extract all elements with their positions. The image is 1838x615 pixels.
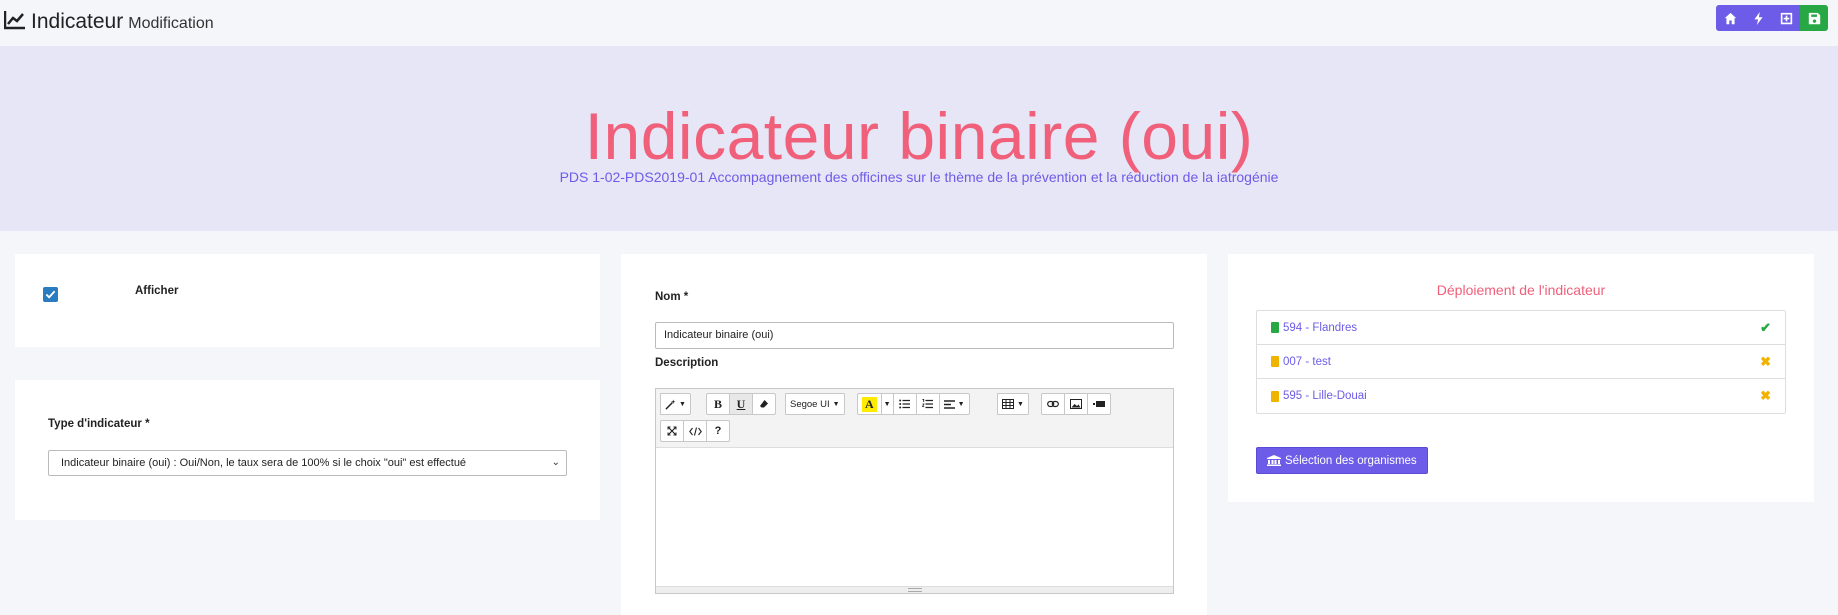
unordered-list-button[interactable] <box>892 393 917 415</box>
editor-toolbar: ▼ B U Segoe UI ▼ A ▼ ▼ ▼ ? <box>656 389 1173 448</box>
list-item[interactable]: 595 - Lille-Douai ✖ <box>1257 379 1785 413</box>
bold-button[interactable]: B <box>706 393 730 415</box>
picture-button[interactable] <box>1064 393 1088 415</box>
align-left-icon <box>943 399 955 409</box>
organism-name: 594 - Flandres <box>1283 321 1358 334</box>
select-organisms-label: Sélection des organismes <box>1285 454 1417 467</box>
check-icon <box>45 290 56 299</box>
video-button[interactable] <box>1087 393 1111 415</box>
home-button[interactable] <box>1716 5 1744 31</box>
list-item[interactable]: 594 - Flandres ✔ <box>1257 311 1785 345</box>
organism-name: 007 - test <box>1283 355 1331 368</box>
link-icon <box>1047 400 1059 408</box>
bolt-icon <box>1753 11 1763 25</box>
caret-down-icon: ▼ <box>957 400 965 408</box>
save-button[interactable] <box>1800 5 1828 31</box>
home-icon <box>1724 12 1736 24</box>
image-icon <box>1070 399 1082 409</box>
institution-icon <box>1267 455 1281 466</box>
table-icon <box>1002 399 1014 409</box>
nom-input[interactable]: Indicateur binaire (oui) <box>655 322 1174 349</box>
fullscreen-button[interactable] <box>660 420 684 442</box>
list-item[interactable]: 007 - test ✖ <box>1257 345 1785 379</box>
type-select[interactable]: Indicateur binaire (oui) : Oui/Non, le t… <box>48 450 567 476</box>
organism-name: 595 - Lille-Douai <box>1283 390 1367 402</box>
building-icon <box>1271 390 1279 402</box>
chart-line-icon <box>4 11 25 30</box>
bold-glyph: B <box>713 396 722 411</box>
style-button[interactable]: ▼ <box>660 393 691 415</box>
type-select-value: Indicateur binaire (oui) : Oui/Non, le t… <box>61 457 467 469</box>
expand-icon <box>667 426 677 436</box>
magic-wand-icon <box>665 398 676 410</box>
nom-label: Nom * <box>655 291 689 303</box>
font-name-select[interactable]: Segoe UI ▼ <box>785 393 845 415</box>
underline-button[interactable]: U <box>729 393 753 415</box>
font-name-value: Segoe UI <box>790 398 830 410</box>
highlight-button[interactable]: A <box>857 393 882 415</box>
eraser-button[interactable] <box>752 393 776 415</box>
caret-down-icon: ▼ <box>1017 400 1024 408</box>
type-label: Type d'indicateur * <box>48 418 150 430</box>
times-icon: ✖ <box>1760 354 1771 369</box>
caret-down-icon: ▼ <box>679 400 686 408</box>
deployment-card: Déploiement de l'indicateur 594 - Flandr… <box>1228 254 1814 502</box>
description-label: Description <box>655 357 719 369</box>
grip-icon <box>908 588 922 592</box>
ordered-list-button[interactable] <box>915 393 940 415</box>
form-card: Nom * Indicateur binaire (oui) Descripti… <box>621 254 1207 615</box>
editor-content-area[interactable] <box>656 448 1173 586</box>
deployment-list: 594 - Flandres ✔ 007 - test ✖ 595 - Lill… <box>1256 310 1786 414</box>
type-card: Type d'indicateur * Indicateur binaire (… <box>15 380 600 520</box>
plus-square-icon <box>1780 12 1792 24</box>
bolt-button[interactable] <box>1744 5 1772 31</box>
list-ul-icon <box>899 399 911 409</box>
caret-down-icon: ▼ <box>883 400 891 408</box>
building-icon <box>1271 356 1279 367</box>
afficher-label: Afficher <box>135 285 179 297</box>
check-icon: ✔ <box>1760 320 1771 335</box>
editor-resize-handle[interactable] <box>656 586 1173 593</box>
underline-glyph: U <box>736 396 746 411</box>
page-title: Indicateur <box>31 10 124 33</box>
top-bar: Indicateur Modification <box>0 0 1838 46</box>
chevron-down-icon: ⌄ <box>551 457 560 468</box>
header-actions <box>1716 5 1828 31</box>
code-icon <box>688 426 702 436</box>
deployment-title: Déploiement de l'indicateur <box>1436 282 1606 298</box>
afficher-checkbox[interactable] <box>43 287 58 302</box>
display-card: Afficher <box>15 254 600 347</box>
indicator-program: PDS 1-02-PDS2019-01 Accompagnement des o… <box>559 169 1279 185</box>
page-header: Indicateur Modification <box>4 8 214 34</box>
times-icon: ✖ <box>1760 388 1771 403</box>
video-icon <box>1093 401 1105 407</box>
eraser-icon <box>760 400 768 408</box>
help-button[interactable]: ? <box>706 420 730 442</box>
hero-banner: Indicateur binaire (oui) PDS 1-02-PDS201… <box>0 46 1838 231</box>
highlight-glyph: A <box>862 396 877 412</box>
building-icon <box>1271 322 1279 333</box>
page-subtitle: Modification <box>128 15 214 32</box>
table-button[interactable]: ▼ <box>997 393 1029 415</box>
select-organisms-button[interactable]: Sélection des organismes <box>1256 447 1428 474</box>
list-ol-icon <box>922 399 934 409</box>
save-icon <box>1808 12 1820 24</box>
paragraph-align-button[interactable]: ▼ <box>938 393 970 415</box>
codeview-button[interactable] <box>683 420 707 442</box>
description-editor: ▼ B U Segoe UI ▼ A ▼ ▼ ▼ ? <box>655 388 1174 594</box>
link-button[interactable] <box>1041 393 1065 415</box>
caret-down-icon: ▼ <box>832 400 840 408</box>
add-button[interactable] <box>1772 5 1800 31</box>
indicator-title: Indicateur binaire (oui) <box>584 99 1254 173</box>
help-icon: ? <box>714 425 722 437</box>
